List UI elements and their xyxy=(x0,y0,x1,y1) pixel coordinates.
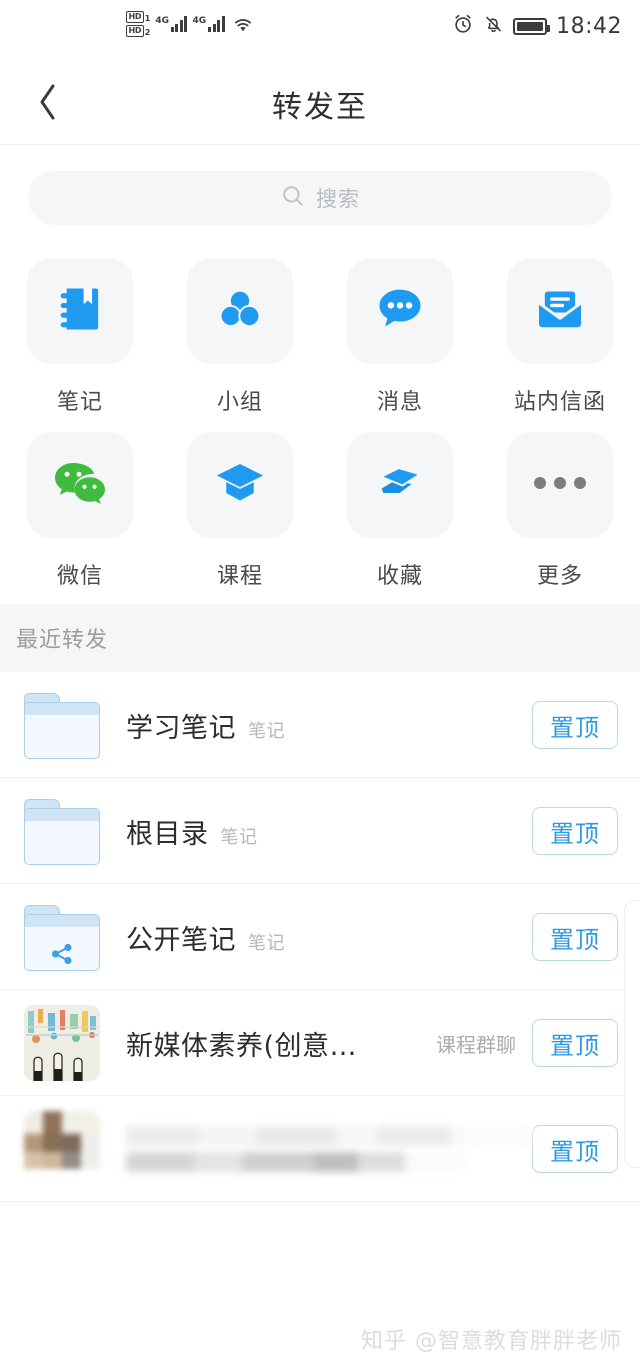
search-area: 搜索 xyxy=(0,145,640,250)
tile-background xyxy=(347,432,453,538)
search-input[interactable]: 搜索 xyxy=(28,170,612,225)
folder-shared-icon xyxy=(24,899,100,975)
share-nodes-icon xyxy=(49,941,75,971)
share-target-label: 更多 xyxy=(536,564,583,589)
share-target-more[interactable]: 更多 xyxy=(480,422,640,596)
pin-button[interactable]: 置顶 xyxy=(532,913,618,961)
nav-bar: 转发至 xyxy=(0,62,640,145)
pin-button[interactable]: 置顶 xyxy=(532,701,618,749)
share-target-course[interactable]: 课程 xyxy=(160,422,320,596)
tile-background xyxy=(347,258,453,364)
share-target-label: 收藏 xyxy=(376,564,423,589)
list-item[interactable]: 公开笔记 笔记 置顶 xyxy=(0,884,640,990)
alarm-clock-icon xyxy=(452,13,474,39)
list-item-text: 根目录 笔记 xyxy=(126,812,532,851)
edge-panel-hint xyxy=(624,900,640,1168)
bell-muted-icon xyxy=(483,13,504,39)
tile-background xyxy=(27,432,133,538)
layers-icon xyxy=(370,453,430,517)
share-target-label: 消息 xyxy=(376,390,423,415)
graduation-cap-icon xyxy=(210,453,270,517)
list-item-meta: 课程群聊 xyxy=(436,1032,516,1057)
recent-forward-list: 学习笔记 笔记 置顶 根目录 笔记 置顶 公开笔记 笔记 置顶 新媒体素养(创意… xyxy=(0,672,640,1202)
tile-background xyxy=(507,258,613,364)
chat-bubble-icon xyxy=(371,280,429,342)
battery-full-icon xyxy=(513,17,551,35)
tile-background xyxy=(27,258,133,364)
status-bar: HD 1 HD 2 4G 4G 18:42 xyxy=(0,0,640,62)
list-item[interactable]: 置顶 xyxy=(0,1096,640,1202)
envelope-icon xyxy=(532,281,588,341)
tile-background xyxy=(187,258,293,364)
recent-section-header: 最近转发 xyxy=(0,604,640,672)
folder-icon xyxy=(24,687,100,763)
sim1-bars-icon xyxy=(170,16,188,32)
wifi-icon xyxy=(232,16,254,33)
list-item-tag: 笔记 xyxy=(220,826,258,848)
watermark: 知乎 @智意教育胖胖老师 xyxy=(361,1329,622,1354)
sim1-signal-icon: 4G xyxy=(155,16,188,32)
pin-button[interactable]: 置顶 xyxy=(532,1019,618,1067)
list-item-title: 公开笔记 xyxy=(126,924,236,956)
share-target-label: 小组 xyxy=(216,390,263,415)
folder-icon xyxy=(24,793,100,869)
search-icon xyxy=(280,183,306,213)
list-item-text: 学习笔记 笔记 xyxy=(126,706,532,745)
hd1-label: HD xyxy=(126,11,144,23)
list-item-title: 学习笔记 xyxy=(126,712,236,744)
sim1-network-label: 4G xyxy=(155,16,169,26)
share-target-favorites[interactable]: 收藏 xyxy=(320,422,480,596)
list-item[interactable]: 根目录 笔记 置顶 xyxy=(0,778,640,884)
blurred-title xyxy=(126,1126,532,1172)
recent-section-title: 最近转发 xyxy=(16,628,109,653)
notebook-icon xyxy=(51,280,109,342)
share-target-notebook[interactable]: 笔记 xyxy=(0,248,160,422)
share-target-label: 课程 xyxy=(216,564,263,589)
phone-screen: HD 1 HD 2 4G 4G 18:42 转发至 搜索 笔记 小组 消息 站内… xyxy=(0,0,640,1369)
list-item-title: 根目录 xyxy=(126,818,209,850)
list-item[interactable]: 学习笔记 笔记 置顶 xyxy=(0,672,640,778)
group-circles-icon xyxy=(212,281,268,341)
course-thumbnail xyxy=(24,1005,100,1081)
share-target-label: 微信 xyxy=(56,564,103,589)
status-bar-left: HD 1 HD 2 4G 4G xyxy=(126,11,254,37)
hd1-number: 1 xyxy=(144,14,151,23)
ellipsis-icon xyxy=(530,474,590,496)
list-item-title: 新媒体素养(创意… xyxy=(126,1030,358,1062)
share-target-inbox-mail[interactable]: 站内信函 xyxy=(480,248,640,422)
list-item-text: 新媒体素养(创意… xyxy=(126,1024,436,1063)
list-item[interactable]: 新媒体素养(创意… 课程群聊 置顶 xyxy=(0,990,640,1096)
list-item-text: 公开笔记 笔记 xyxy=(126,918,532,957)
share-target-grid: 笔记 小组 消息 站内信函 微信 课程 收藏 更多 xyxy=(0,248,640,596)
hd2-number: 2 xyxy=(144,28,151,37)
pin-button[interactable]: 置顶 xyxy=(532,807,618,855)
blurred-thumbnail xyxy=(24,1111,100,1187)
list-item-tag: 笔记 xyxy=(248,932,285,954)
share-target-group[interactable]: 小组 xyxy=(160,248,320,422)
search-placeholder: 搜索 xyxy=(316,186,360,211)
sim2-network-label: 4G xyxy=(192,16,207,26)
sim2-bars-icon xyxy=(208,16,225,32)
page-title: 转发至 xyxy=(272,89,368,125)
list-item-tag: 笔记 xyxy=(248,720,285,742)
tile-background xyxy=(187,432,293,538)
share-target-message[interactable]: 消息 xyxy=(320,248,480,422)
share-target-label: 站内信函 xyxy=(513,390,606,415)
hd2-icon: HD 2 xyxy=(126,25,150,37)
share-target-label: 笔记 xyxy=(56,390,103,415)
pin-button[interactable]: 置顶 xyxy=(532,1125,618,1173)
hd2-label: HD xyxy=(126,25,144,37)
hd-voice-indicators: HD 1 HD 2 xyxy=(126,11,150,37)
status-bar-right: 18:42 xyxy=(452,13,622,39)
sim2-signal-icon: 4G xyxy=(192,16,225,32)
status-bar-clock: 18:42 xyxy=(556,13,622,39)
share-target-wechat[interactable]: 微信 xyxy=(0,422,160,596)
tile-background xyxy=(507,432,613,538)
wechat-icon xyxy=(50,453,110,517)
hd1-icon: HD 1 xyxy=(126,11,150,23)
